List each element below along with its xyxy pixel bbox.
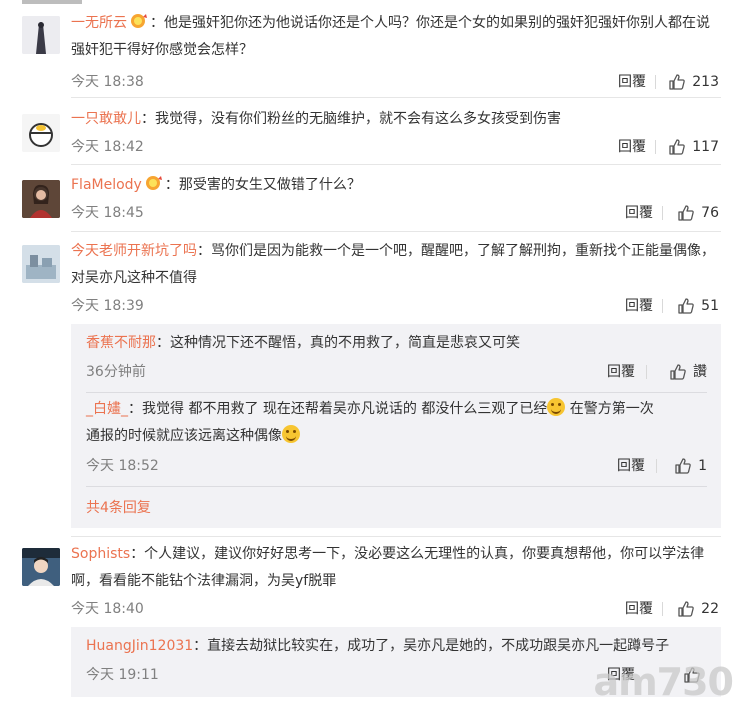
avatar[interactable] (22, 548, 60, 586)
sub-reply-meta: 36分钟前 回覆 讚 (86, 360, 707, 384)
like-count: 1 (698, 458, 707, 474)
sub-reply-item: _白嫿_：我觉得 都不用救了 现在还帮着吴亦凡说话的 都没什么三观了已经 在警方… (86, 396, 707, 450)
comment-time: 今天 18:42 (71, 139, 144, 155)
thumbs-up-icon (669, 74, 686, 90)
like-count: 讚 (693, 364, 707, 380)
reply-button[interactable]: 回覆 (625, 597, 653, 621)
comment-divider (71, 164, 721, 165)
divider (655, 140, 656, 154)
more-replies-link[interactable]: 共4条回复 (86, 496, 151, 520)
like-button[interactable]: 51 (677, 294, 719, 318)
avatar[interactable] (22, 114, 60, 152)
sub-reply-username[interactable]: HuangJin12031 (86, 638, 193, 654)
comment-meta: 今天 18:42 回覆 117 (71, 135, 719, 159)
comment-text: Sophists：个人建议，建议你好好思考一下，没必要这么无理性的认真，你要真想… (71, 546, 705, 589)
sub-replies-box: 香蕉不耐那：这种情况下还不醒悟，真的不用救了，简直是悲哀又可笑 36分钟前 回覆… (71, 324, 721, 528)
like-count: 117 (692, 139, 719, 155)
thumbs-up-icon (670, 364, 686, 380)
like-button[interactable]: 76 (677, 201, 719, 225)
vip-badge-icon (145, 174, 165, 190)
comment-text: 一无所云 ：他是强奸犯你还为他说话你还是个人吗？你还是个女的如果别的强奸犯强奸你别… (71, 10, 723, 64)
like-button[interactable]: 讚 (669, 360, 707, 384)
like-count: 213 (692, 74, 719, 90)
comment-meta: 今天 18:40 回覆 22 (71, 597, 719, 621)
divider (646, 365, 647, 379)
thumbs-up-icon (678, 205, 694, 221)
sub-reply-meta: 今天 18:52 回覆 1 (86, 454, 707, 478)
comment-divider (71, 97, 721, 98)
comment-meta: 今天 18:45 回覆 76 (71, 201, 719, 225)
comment-username[interactable]: Sophists (71, 546, 130, 562)
comment-time: 今天 18:39 (71, 298, 144, 314)
like-button[interactable]: 22 (677, 597, 719, 621)
divider (662, 206, 663, 220)
comment-time: 今天 18:38 (71, 74, 144, 90)
avatar[interactable] (22, 180, 60, 218)
watermark-logo: am730 (593, 660, 734, 704)
sub-reply-text: _白嫿_：我觉得 都不用救了 现在还帮着吴亦凡说话的 都没什么三观了已经 在警方… (86, 396, 707, 450)
divider (662, 602, 663, 616)
reply-button[interactable]: 回覆 (625, 201, 653, 225)
cropped-top-edge (22, 0, 82, 4)
comment-text: FlaMelody ：那受害的女生又做错了什么？ (71, 172, 723, 199)
sub-reply-item: 香蕉不耐那：这种情况下还不醒悟，真的不用救了，简直是悲哀又可笑 (86, 330, 707, 357)
laughing-tears-emoji-icon (547, 398, 566, 416)
sub-reply-username[interactable]: _白嫿_ (86, 401, 128, 417)
sub-reply-divider (86, 392, 707, 393)
laughing-tears-emoji-icon (282, 425, 300, 443)
comment-meta: 今天 18:38 回覆 213 (71, 70, 719, 94)
comment-username[interactable]: FlaMelody (71, 177, 142, 193)
like-count: 51 (701, 298, 719, 314)
like-count: 76 (701, 205, 719, 221)
comment-divider (71, 536, 721, 537)
comment-username[interactable]: 今天老师开新坑了吗 (71, 243, 197, 259)
like-button[interactable]: 1 (674, 454, 707, 478)
avatar[interactable] (22, 16, 60, 54)
comment-text: 今天老师开新坑了吗：骂你们是因为能救一个是一个吧，醒醒吧，了解了解刑拘，重新找个… (71, 243, 715, 286)
comment-item: 一只敢敢儿：我觉得，没有你们粉丝的无脑维护，就不会有这么多女孩受到伤害 今天 1… (0, 106, 741, 162)
comment-time: 今天 18:45 (71, 205, 144, 221)
sub-reply-text: 香蕉不耐那：这种情况下还不醒悟，真的不用救了，简直是悲哀又可笑 (86, 335, 520, 351)
comment-item: 今天老师开新坑了吗：骂你们是因为能救一个是一个吧，醒醒吧，了解了解刑拘，重新找个… (0, 238, 741, 528)
comment-text: 一只敢敢儿：我觉得，没有你们粉丝的无脑维护，就不会有这么多女孩受到伤害 (71, 111, 561, 127)
comment-meta: 今天 18:39 回覆 51 (71, 294, 719, 318)
comment-divider (71, 231, 721, 232)
like-button[interactable]: 117 (668, 135, 719, 159)
like-button[interactable]: 213 (668, 70, 719, 94)
vip-badge-icon (130, 12, 150, 28)
reply-button[interactable]: 回覆 (607, 360, 635, 384)
comment-item: 一无所云 ：他是强奸犯你还为他说话你还是个人吗？你还是个女的如果别的强奸犯强奸你别… (0, 10, 741, 90)
sub-reply-item: HuangJin12031：直接去劫狱比较实在，成功了，吴亦凡是她的，不成功跟吴… (86, 633, 707, 660)
reply-button[interactable]: 回覆 (617, 454, 645, 478)
thumbs-up-icon (669, 139, 686, 155)
divider (662, 299, 663, 313)
thumbs-up-icon (675, 458, 691, 474)
reply-button[interactable]: 回覆 (625, 294, 653, 318)
avatar[interactable] (22, 245, 60, 283)
reply-button[interactable]: 回覆 (618, 135, 646, 159)
reply-button[interactable]: 回覆 (618, 70, 646, 94)
divider (655, 75, 656, 89)
sub-reply-text: HuangJin12031：直接去劫狱比较实在，成功了，吴亦凡是她的，不成功跟吴… (86, 638, 670, 654)
thumbs-up-icon (678, 298, 694, 314)
comment-username[interactable]: 一只敢敢儿 (71, 111, 141, 127)
comment-username[interactable]: 一无所云 (71, 15, 127, 31)
divider (656, 459, 657, 473)
comment-item: FlaMelody ：那受害的女生又做错了什么？ 今天 18:45 回覆 76 (0, 172, 741, 228)
sub-reply-time: 36分钟前 (86, 364, 146, 380)
sub-reply-time: 今天 19:11 (86, 667, 159, 683)
sub-reply-divider (86, 486, 707, 487)
sub-reply-username[interactable]: 香蕉不耐那 (86, 335, 156, 351)
comment-time: 今天 18:40 (71, 601, 144, 617)
thumbs-up-icon (678, 601, 694, 617)
like-count: 22 (701, 601, 719, 617)
sub-reply-time: 今天 18:52 (86, 458, 159, 474)
